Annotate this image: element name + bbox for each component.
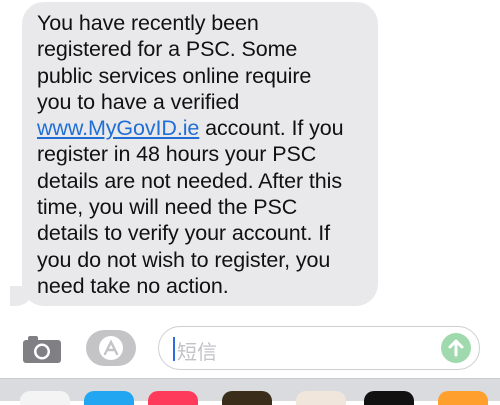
message-text: You have recently been registered for a … (37, 10, 366, 299)
send-arrow-icon (448, 339, 464, 357)
message-line: register in 48 hours your PSC (37, 142, 317, 167)
app-drawer-stickers-app[interactable] (438, 391, 488, 405)
message-line: registered for a PSC. Some (37, 37, 298, 62)
message-line: details are not needed. After this (37, 168, 342, 193)
message-input[interactable]: 短信 (158, 326, 480, 370)
message-line: time, you will need the PSC (37, 195, 298, 220)
send-button[interactable] (441, 333, 471, 363)
message-line: You have recently been (37, 11, 259, 35)
mygovid-link[interactable]: www.MyGovID.ie (37, 116, 199, 140)
message-line: details to verify your account. If (37, 221, 330, 246)
message-line: public services online require (37, 63, 312, 88)
imessage-app-drawer (0, 378, 500, 405)
app-store-icon (99, 336, 123, 360)
camera-icon (23, 336, 61, 363)
app-drawer-music-app[interactable] (148, 391, 198, 405)
text-caret (173, 337, 175, 361)
app-drawer-digital-touch-app[interactable] (364, 391, 414, 405)
app-drawer-animoji-app[interactable] (296, 391, 346, 405)
message-line: you do not wish to register, you (37, 247, 331, 272)
app-store-button[interactable] (86, 330, 136, 366)
message-line-with-link: www.MyGovID.ie account. If you (37, 115, 366, 141)
message-line: you to have a verified (37, 89, 240, 114)
message-input-placeholder: 短信 (177, 342, 217, 364)
message-line: need take no action. (37, 273, 229, 298)
app-drawer-photos-app[interactable] (20, 391, 70, 405)
message-line-tail: account. If you (205, 116, 344, 141)
app-drawer-app-store[interactable] (84, 391, 134, 405)
app-drawer-memoji-app[interactable] (222, 391, 272, 405)
message-bubble[interactable]: You have recently been registered for a … (22, 2, 378, 306)
camera-button[interactable] (22, 334, 62, 364)
